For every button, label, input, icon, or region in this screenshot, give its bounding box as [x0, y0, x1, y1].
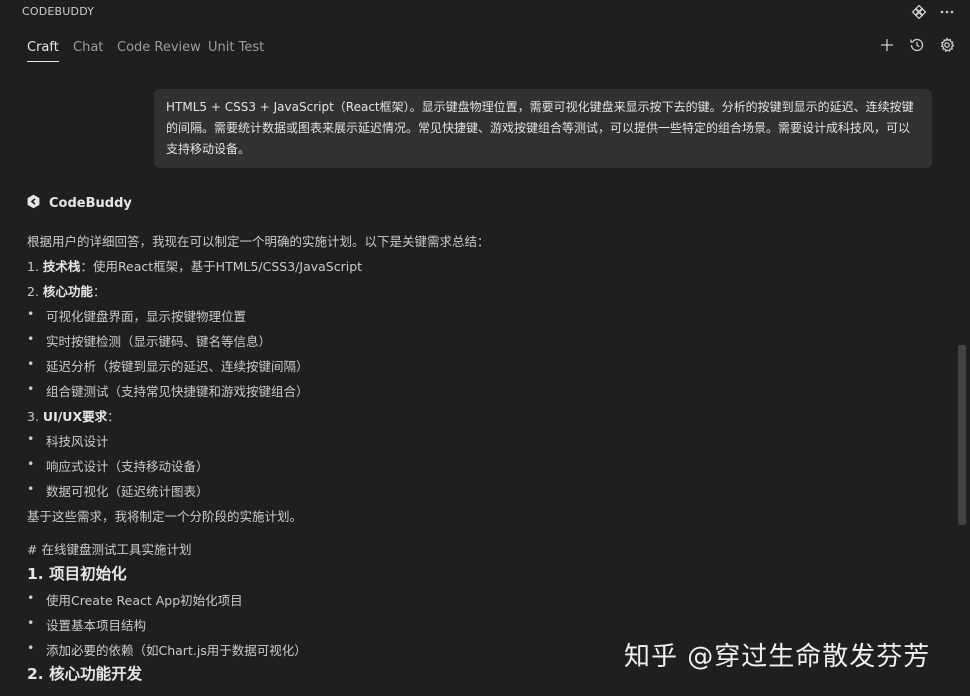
more-icon[interactable]	[938, 3, 956, 21]
tab-chat[interactable]: Chat	[73, 40, 103, 61]
list-item: 延迟分析（按键到显示的延迟、连续按键间隔）	[27, 356, 309, 375]
list-item: 数据可视化（延迟统计图表）	[27, 481, 209, 500]
list-item: 响应式设计（支持移动设备）	[27, 456, 209, 475]
list-item-ui-ux: 3. UI/UX要求：	[27, 409, 120, 424]
list-item: 可视化键盘界面，显示按键物理位置	[27, 306, 246, 325]
tab-craft[interactable]: Craft	[27, 40, 59, 62]
list-item: 实时按键检测（显示键码、键名等信息）	[27, 331, 271, 350]
assistant-header: CodeBuddy	[26, 194, 132, 213]
tab-code-review[interactable]: Code Review	[117, 40, 201, 61]
list-item: 科技风设计	[27, 431, 109, 450]
scrollbar[interactable]	[958, 345, 966, 525]
intro-text: 根据用户的详细回答，我现在可以制定一个明确的实施计划。以下是关键需求总结：	[27, 234, 490, 249]
plan-title: # 在线键盘测试工具实施计划	[27, 542, 192, 557]
tab-unit-test[interactable]: Unit Test	[208, 40, 264, 61]
tab-bar: Craft Chat Code Review Unit Test	[0, 36, 970, 64]
user-message: HTML5 + CSS3 + JavaScript（React框架）。显示键盘物…	[154, 89, 932, 168]
add-icon[interactable]	[878, 36, 896, 54]
plugin-icon[interactable]	[910, 3, 928, 21]
watermark: 知乎 @穿过生命散发芬芳	[624, 642, 931, 672]
history-icon[interactable]	[908, 36, 926, 54]
section-heading: 1. 项目初始化	[27, 565, 127, 583]
settings-icon[interactable]	[938, 36, 956, 54]
title-bar: CODEBUDDY	[0, 0, 970, 24]
conclusion-text: 基于这些需求，我将制定一个分阶段的实施计划。	[27, 509, 303, 524]
app-title: CODEBUDDY	[22, 5, 95, 18]
codebuddy-logo-icon	[26, 194, 41, 213]
list-item: 添加必要的依赖（如Chart.js用于数据可视化）	[27, 640, 307, 659]
assistant-name: CodeBuddy	[49, 196, 132, 211]
list-item-tech-stack: 1. 技术栈：使用React框架，基于HTML5/CSS3/JavaScript	[27, 259, 363, 274]
list-item: 设置基本项目结构	[27, 615, 146, 634]
section-heading: 2. 核心功能开发	[27, 665, 143, 683]
list-item: 使用Create React App初始化项目	[27, 590, 243, 609]
list-item-core-features: 2. 核心功能：	[27, 284, 106, 299]
list-item: 组合键测试（支持常见快捷键和游戏按键组合）	[27, 381, 309, 400]
